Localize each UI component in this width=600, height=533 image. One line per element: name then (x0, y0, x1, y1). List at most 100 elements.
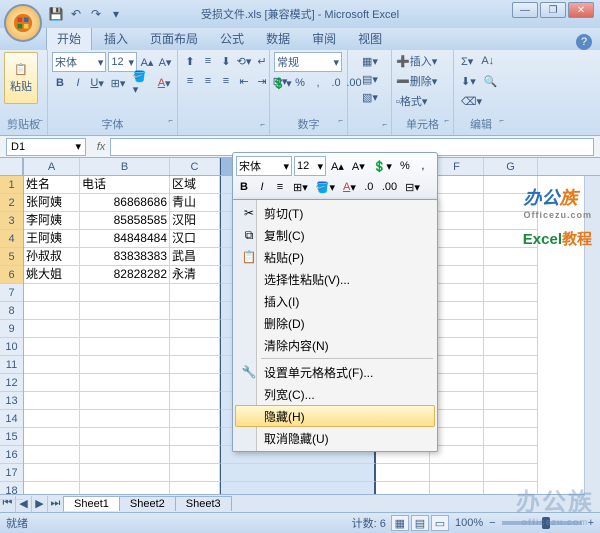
cell[interactable] (430, 446, 484, 464)
align-center-icon[interactable]: ≡ (200, 72, 216, 90)
mini-align-icon[interactable]: ≡ (272, 178, 288, 196)
cell[interactable] (484, 320, 538, 338)
row-header[interactable]: 4 (0, 230, 23, 248)
cell[interactable] (170, 446, 220, 464)
cell[interactable] (170, 302, 220, 320)
cell[interactable] (484, 464, 538, 482)
mini-fontcolor-icon[interactable]: A▾ (340, 178, 359, 196)
row-header[interactable]: 7 (0, 284, 23, 302)
row-header[interactable]: 5 (0, 248, 23, 266)
cell[interactable] (170, 284, 220, 302)
vertical-scrollbar[interactable] (584, 176, 600, 496)
maximize-button[interactable]: ❐ (540, 2, 566, 18)
undo-icon[interactable]: ↶ (68, 6, 84, 22)
row-header[interactable]: 18 (0, 482, 23, 500)
row-header[interactable]: 3 (0, 212, 23, 230)
grow-font-icon[interactable]: A▴ (139, 53, 155, 71)
tab-view[interactable]: 视图 (348, 27, 392, 50)
menu-item[interactable]: ✂剪切(T) (235, 202, 435, 224)
mini-size-select[interactable]: 12▾ (294, 156, 326, 176)
mini-decdec-icon[interactable]: .00 (379, 178, 400, 196)
view-normal-icon[interactable]: ▦ (391, 515, 409, 531)
cell[interactable] (170, 482, 220, 494)
cell[interactable] (80, 356, 170, 374)
cell[interactable] (430, 212, 484, 230)
autosum-icon[interactable]: Σ▾ (458, 52, 476, 70)
mini-currency-icon[interactable]: 💲▾ (370, 157, 395, 175)
format-cells-button[interactable]: ▫格式▾ (396, 92, 449, 112)
align-left-icon[interactable]: ≡ (182, 72, 198, 90)
font-color-button[interactable]: A▾ (155, 74, 173, 92)
zoom-out-icon[interactable]: − (489, 517, 495, 529)
tab-layout[interactable]: 页面布局 (140, 27, 208, 50)
row-header[interactable]: 16 (0, 446, 23, 464)
paste-button[interactable]: 📋 粘贴 (4, 52, 38, 104)
row-header[interactable]: 6 (0, 266, 23, 284)
currency-icon[interactable]: 💲▾ (274, 74, 290, 92)
align-top-icon[interactable]: ⬆ (182, 52, 198, 70)
cell[interactable] (24, 338, 80, 356)
menu-item[interactable]: 插入(I) (235, 290, 435, 312)
cell[interactable] (170, 356, 220, 374)
cell[interactable] (484, 392, 538, 410)
cell[interactable] (80, 284, 170, 302)
cell[interactable] (170, 320, 220, 338)
row-header[interactable]: 11 (0, 356, 23, 374)
minimize-button[interactable]: — (512, 2, 538, 18)
cell[interactable]: 永清 (170, 266, 220, 284)
sheet-nav-last-icon[interactable]: ⏭ (48, 496, 64, 512)
italic-button[interactable]: I (70, 74, 86, 92)
col-header[interactable]: F (430, 158, 484, 175)
align-bottom-icon[interactable]: ⬇ (218, 52, 234, 70)
tab-insert[interactable]: 插入 (94, 27, 138, 50)
cell[interactable] (24, 446, 80, 464)
select-all-corner[interactable] (0, 158, 23, 176)
menu-item[interactable]: 📋粘贴(P) (235, 246, 435, 268)
redo-icon[interactable]: ↷ (88, 6, 104, 22)
cell[interactable] (170, 338, 220, 356)
tab-review[interactable]: 审阅 (302, 27, 346, 50)
tab-data[interactable]: 数据 (256, 27, 300, 50)
percent-icon[interactable]: % (292, 74, 308, 92)
cell[interactable] (80, 482, 170, 494)
cell[interactable]: 李阿姨 (24, 212, 80, 230)
cell[interactable] (430, 482, 484, 494)
cell[interactable] (430, 302, 484, 320)
cell[interactable] (430, 374, 484, 392)
mini-comma-icon[interactable]: , (415, 157, 431, 175)
cell[interactable] (430, 338, 484, 356)
sheet-tab-3[interactable]: Sheet3 (175, 496, 232, 511)
row-header[interactable]: 2 (0, 194, 23, 212)
cell[interactable]: 85858585 (80, 212, 170, 230)
mini-shrink-font-icon[interactable]: A▾ (349, 157, 368, 175)
mini-grow-font-icon[interactable]: A▴ (328, 157, 347, 175)
cell[interactable]: 86868686 (80, 194, 170, 212)
cell[interactable] (430, 392, 484, 410)
cell[interactable] (220, 482, 376, 494)
indent-dec-icon[interactable]: ⇤ (236, 72, 252, 90)
cell[interactable] (80, 374, 170, 392)
office-button[interactable] (4, 4, 42, 42)
row-header[interactable]: 14 (0, 410, 23, 428)
cell[interactable]: 区域 (170, 176, 220, 194)
cell[interactable] (80, 338, 170, 356)
cell[interactable] (430, 428, 484, 446)
cell[interactable] (170, 428, 220, 446)
mini-border-icon[interactable]: ⊞▾ (290, 178, 311, 196)
cell[interactable] (24, 320, 80, 338)
row-header[interactable]: 1 (0, 176, 23, 194)
cell[interactable] (484, 410, 538, 428)
orientation-icon[interactable]: ⟲▾ (236, 52, 252, 70)
mini-fill-icon[interactable]: 🪣▾ (313, 178, 338, 196)
cell[interactable] (24, 284, 80, 302)
col-header[interactable]: B (80, 158, 170, 175)
cell[interactable]: 武昌 (170, 248, 220, 266)
sort-icon[interactable]: A↓ (478, 52, 497, 70)
name-box[interactable]: D1▾ (6, 138, 86, 156)
cell[interactable] (430, 410, 484, 428)
cond-format-icon[interactable]: ▦▾ (352, 52, 388, 70)
view-layout-icon[interactable]: ▤ (411, 515, 429, 531)
font-size-select[interactable]: 12▾ (108, 52, 137, 72)
clear-icon[interactable]: ⌫▾ (458, 92, 485, 110)
table-format-icon[interactable]: ▤▾ (352, 70, 388, 88)
